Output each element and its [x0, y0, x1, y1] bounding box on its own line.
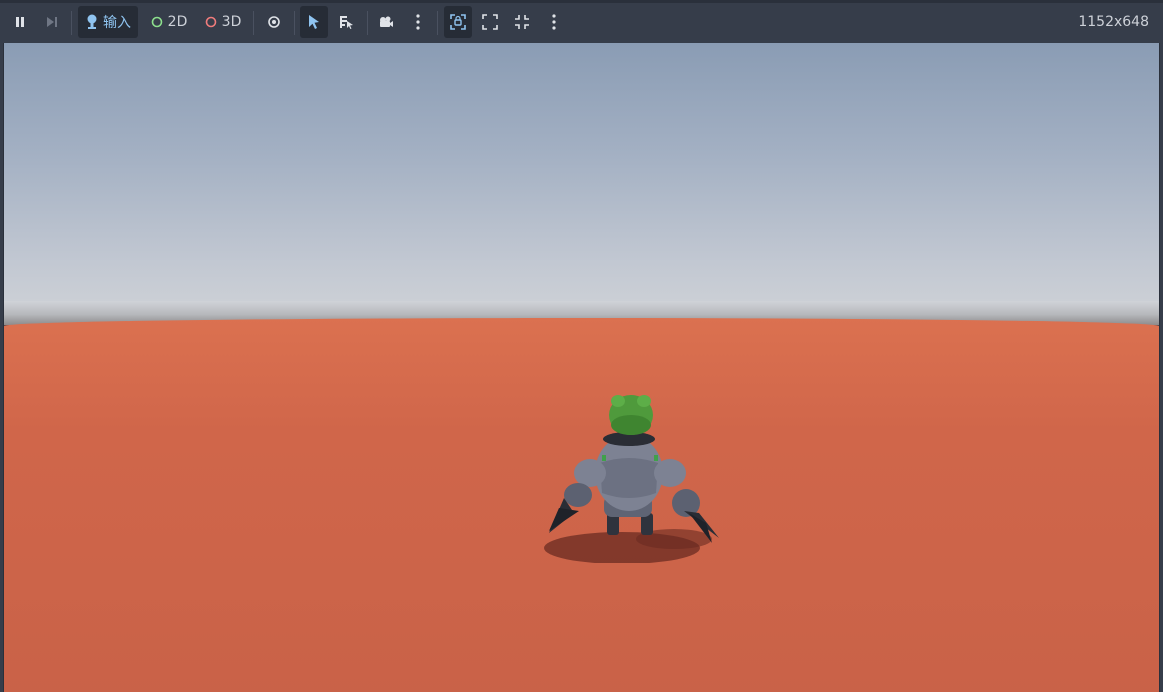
toolbar-separator	[71, 11, 72, 35]
toolbar-separator	[367, 11, 368, 35]
list-select-button[interactable]	[332, 6, 360, 38]
player-character	[544, 395, 719, 563]
step-frame-icon	[47, 17, 57, 27]
input-label: 输入	[103, 15, 131, 31]
more-vertical-icon	[416, 14, 420, 30]
shrink-frame-button[interactable]	[509, 6, 535, 38]
circle-3d-icon	[205, 16, 216, 28]
more-vertical-icon	[552, 14, 556, 30]
game-toolbar: 输入 2D 3D 1152x648	[0, 0, 1163, 43]
camera-options-button[interactable]	[406, 6, 430, 38]
embed-mode-button[interactable]	[444, 6, 472, 38]
pause-button[interactable]	[8, 6, 32, 38]
eye-icon	[268, 16, 280, 28]
mode-2d-label: 2D	[167, 14, 188, 30]
list-select-icon	[340, 16, 353, 29]
input-joystick-icon	[87, 14, 97, 29]
shrink-frame-icon	[515, 15, 529, 29]
input-toggle-button[interactable]: 输入	[78, 6, 138, 38]
mode-2d-button[interactable]: 2D	[146, 6, 192, 38]
resolution-label: 1152x648	[1078, 14, 1149, 30]
toolbar-separator	[437, 11, 438, 35]
sky	[4, 43, 1159, 318]
game-window: 输入 2D 3D 1152x648	[0, 0, 1163, 692]
camera-button[interactable]	[373, 6, 399, 38]
pause-icon	[16, 17, 24, 27]
toolbar-separator	[253, 11, 254, 35]
camera-icon	[380, 16, 393, 27]
mode-3d-button[interactable]: 3D	[200, 6, 246, 38]
frame-options-button[interactable]	[542, 6, 566, 38]
select-mode-button[interactable]	[300, 6, 328, 38]
embed-frame-icon	[450, 14, 466, 30]
game-viewport[interactable]	[3, 43, 1160, 692]
toolbar-separator	[294, 11, 295, 35]
mode-3d-label: 3D	[221, 14, 242, 30]
arrow-pointer-icon	[309, 15, 319, 29]
circle-2d-icon	[151, 16, 162, 28]
visibility-button[interactable]	[261, 6, 287, 38]
step-frame-button[interactable]	[40, 6, 64, 38]
fit-frame-icon	[482, 14, 498, 30]
fit-frame-button[interactable]	[477, 6, 503, 38]
